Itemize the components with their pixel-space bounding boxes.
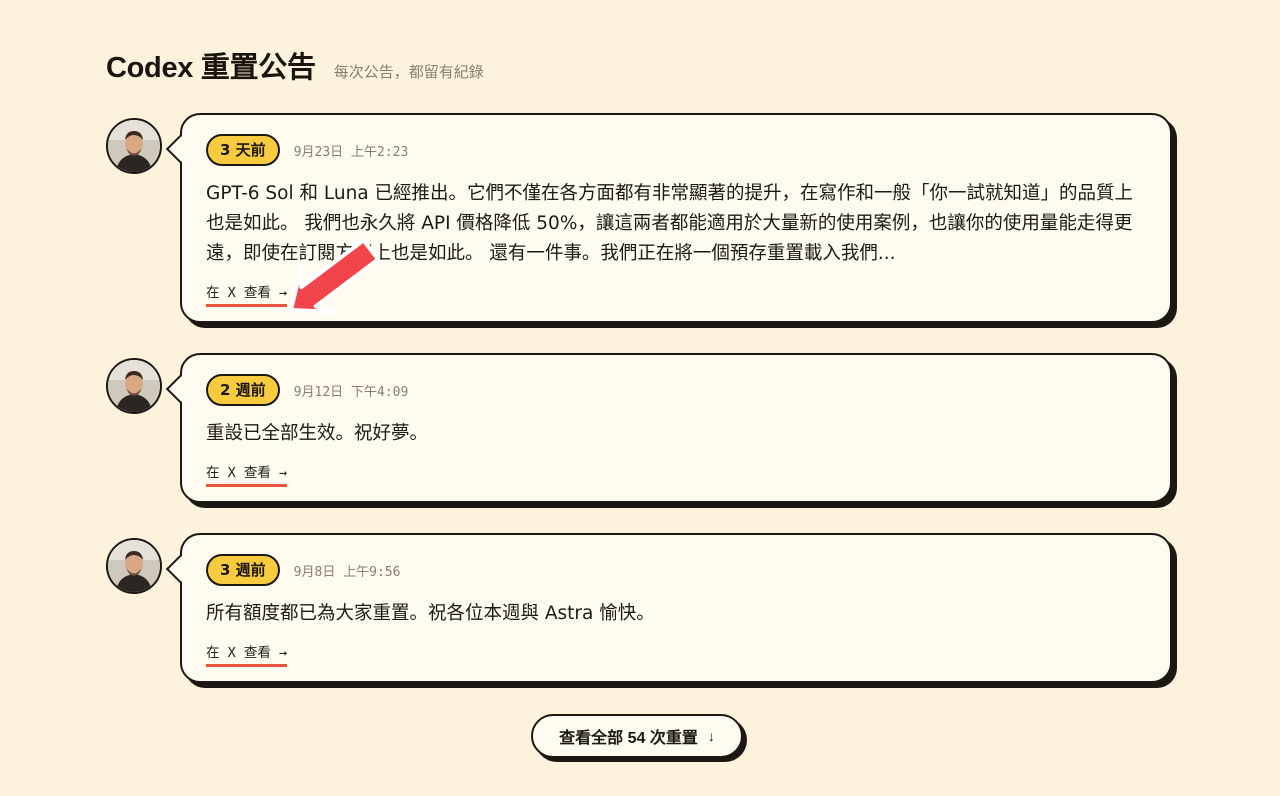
page-header: Codex 重置公告 每次公告，都留有紀錄 bbox=[106, 44, 484, 86]
announcement-card: 3 天前 9月23日 上午2:23 GPT-6 Sol 和 Luna 已經推出。… bbox=[165, 113, 1172, 323]
timestamp: 9月12日 下午4:09 bbox=[293, 384, 409, 400]
timestamp: 9月8日 上午9:56 bbox=[293, 564, 401, 580]
avatar bbox=[106, 118, 162, 174]
announcement-item: 3 週前 9月8日 上午9:56 所有額度都已為大家重置。祝各位本週與 Astr… bbox=[106, 533, 1172, 685]
avatar bbox=[106, 358, 162, 414]
announcement-text: GPT-6 Sol 和 Luna 已經推出。它們不僅在各方面都有非常顯著的提升，… bbox=[206, 183, 1134, 264]
announcement-item: 3 天前 9月23日 上午2:23 GPT-6 Sol 和 Luna 已經推出。… bbox=[106, 113, 1172, 325]
view-on-x-link[interactable]: 在 X 查看 → bbox=[206, 281, 288, 307]
relative-time-badge: 3 週前 bbox=[206, 554, 280, 586]
arrow-down-icon: ↓ bbox=[707, 728, 715, 744]
announcement-text: 所有額度都已為大家重置。祝各位本週與 Astra 愉快。 bbox=[206, 603, 655, 624]
timestamp: 9月23日 上午2:23 bbox=[293, 144, 409, 160]
avatar bbox=[106, 538, 162, 594]
view-on-x-link[interactable]: 在 X 查看 → bbox=[206, 641, 288, 667]
page-title: Codex 重置公告 bbox=[106, 52, 316, 84]
announcement-item: 2 週前 9月12日 下午4:09 重設已全部生效。祝好夢。 在 X 查看 → bbox=[106, 353, 1172, 505]
announcement-card: 3 週前 9月8日 上午9:56 所有額度都已為大家重置。祝各位本週與 Astr… bbox=[165, 533, 1172, 683]
page-subtitle: 每次公告，都留有紀錄 bbox=[333, 63, 484, 81]
view-all-resets-button[interactable]: 查看全部 54 次重置 ↓ bbox=[531, 714, 743, 758]
announcement-card: 2 週前 9月12日 下午4:09 重設已全部生效。祝好夢。 在 X 查看 → bbox=[165, 353, 1172, 503]
announcement-text: 重設已全部生效。祝好夢。 bbox=[206, 423, 429, 444]
view-all-label: 查看全部 54 次重置 bbox=[559, 730, 698, 747]
relative-time-badge: 2 週前 bbox=[206, 374, 280, 406]
view-on-x-link[interactable]: 在 X 查看 → bbox=[206, 461, 288, 487]
relative-time-badge: 3 天前 bbox=[206, 134, 280, 166]
